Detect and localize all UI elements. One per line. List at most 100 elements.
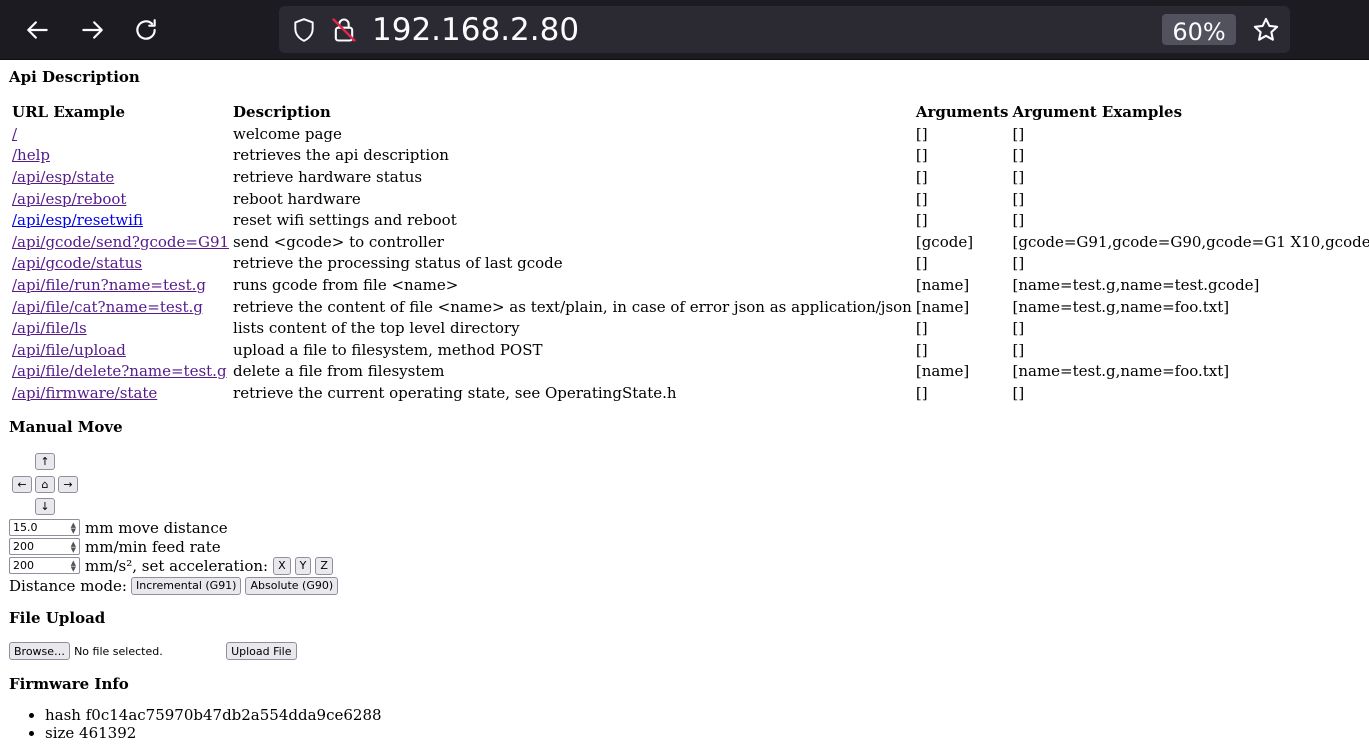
url-cell: /api/esp/reboot <box>11 189 230 209</box>
table-row: /api/esp/state retrieve hardware status []… <box>11 167 1369 187</box>
description-cell: send <gcode> to controller <box>233 232 444 251</box>
shield-icon[interactable] <box>291 17 317 43</box>
endpoint-link[interactable]: /api/esp/reboot <box>12 190 126 208</box>
arguments-cell: [] <box>915 211 928 230</box>
distance-mode-label: Distance mode: <box>9 576 127 595</box>
table-row: /api/file/delete?name=test.g delete a fil… <box>11 362 1369 382</box>
distance-input[interactable]: 15.0 ▲ ▼ <box>9 519 80 536</box>
examples-cell: [] <box>1012 254 1025 273</box>
endpoint-link[interactable]: /api/file/run?name=test.g <box>12 276 206 294</box>
endpoint-link[interactable]: /api/file/delete?name=test.g <box>12 362 227 380</box>
url-cell: /api/file/ls <box>11 318 230 338</box>
examples-cell: [] <box>1012 189 1025 208</box>
examples-cell: [gcode=G91,gcode=G90,gcode=G1 X10,gcode=… <box>1012 232 1369 251</box>
description-cell: retrieves the api description <box>233 146 449 165</box>
endpoint-link[interactable]: /help <box>12 146 50 164</box>
endpoint-link[interactable]: /api/esp/resetwifi <box>12 211 143 229</box>
insecure-lock-icon[interactable] <box>330 16 358 44</box>
browse-button[interactable]: Browse… <box>9 642 71 660</box>
arguments-cell: [] <box>915 124 928 143</box>
endpoint-link[interactable]: /api/file/ls <box>12 319 87 337</box>
forward-button[interactable] <box>74 12 110 48</box>
table-row: /api/esp/resetwifi reset wifi settings an… <box>11 210 1369 230</box>
distance-value: 15.0 <box>13 521 38 534</box>
move-down-button[interactable]: ↓ <box>35 498 55 515</box>
reload-button[interactable] <box>128 12 164 48</box>
description-cell: reset wifi settings and reboot <box>233 211 457 230</box>
home-button[interactable]: ⌂ <box>35 476 55 493</box>
url-bar[interactable]: 192.168.2.80 60% <box>279 6 1290 53</box>
distance-mode-row: Distance mode: Incremental (G91) Absolut… <box>9 576 339 595</box>
arguments-cell: [] <box>915 340 928 359</box>
arguments-cell: [name] <box>915 297 970 316</box>
move-right-button[interactable]: → <box>58 476 78 493</box>
arguments-cell: [] <box>915 319 928 338</box>
table-row: /api/gcode/send?gcode=G91 send <gcode> to… <box>11 232 1369 252</box>
accel-y-button[interactable]: Y <box>294 556 312 575</box>
spinner-icon[interactable]: ▲ ▼ <box>71 559 76 572</box>
move-left-button[interactable]: ← <box>12 476 32 493</box>
move-up-button[interactable]: ↑ <box>35 453 55 470</box>
column-arguments: Arguments <box>915 103 1009 121</box>
api-heading: Api Description <box>9 68 140 86</box>
url-cell: /api/file/cat?name=test.g <box>11 297 230 317</box>
distance-label: mm move distance <box>85 518 228 537</box>
endpoint-link[interactable]: /api/file/cat?name=test.g <box>12 298 203 316</box>
table-row: /api/file/ls lists content of the top lev… <box>11 318 1369 338</box>
spinner-icon[interactable]: ▲ ▼ <box>71 540 76 553</box>
arrow-left-icon <box>27 21 48 39</box>
description-cell: retrieve hardware status <box>233 167 423 186</box>
firmware-hash: hash f0c14ac75970b47db2a554dda9ce6288 <box>45 706 382 724</box>
arguments-cell: [] <box>915 254 928 273</box>
description-cell: upload a file to filesystem, method POST <box>233 340 543 359</box>
url-text[interactable]: 192.168.2.80 <box>372 10 579 50</box>
distance-row: 15.0 ▲ ▼ mm move distance <box>9 518 228 537</box>
endpoint-link[interactable]: /api/firmware/state <box>12 384 157 402</box>
file-upload-heading: File Upload <box>9 609 106 627</box>
examples-cell: [] <box>1012 167 1025 186</box>
absolute-button[interactable]: Absolute (G90) <box>245 576 339 595</box>
endpoint-link[interactable]: /api/gcode/status <box>12 254 142 272</box>
url-cell: /api/file/delete?name=test.g <box>11 362 230 382</box>
arguments-cell: [] <box>915 146 928 165</box>
table-row: /api/firmware/state retrieve the current … <box>11 383 1369 403</box>
accel-input[interactable]: 200 ▲ ▼ <box>9 557 80 574</box>
arrow-right-icon <box>82 21 103 39</box>
url-cell: /api/file/upload <box>11 340 230 360</box>
url-cell: / <box>11 124 230 144</box>
arguments-cell: [] <box>915 167 928 186</box>
table-row: /help retrieves the api description [] [] <box>11 146 1369 166</box>
table-row: /api/file/run?name=test.g runs gcode from… <box>11 275 1369 295</box>
endpoint-link[interactable]: /api/gcode/send?gcode=G91 <box>12 233 229 251</box>
table-row: /api/file/cat?name=test.g retrieve the co… <box>11 297 1369 317</box>
accel-x-button[interactable]: X <box>273 556 291 575</box>
endpoint-link[interactable]: /api/esp/state <box>12 168 114 186</box>
bookmark-star-icon[interactable] <box>1252 16 1280 44</box>
back-button[interactable] <box>20 12 56 48</box>
column-examples: Argument Examples <box>1012 103 1183 121</box>
description-cell: retrieve the content of file <name> as t… <box>233 297 912 316</box>
description-cell: retrieve the processing status of last g… <box>233 254 563 273</box>
spinner-icon[interactable]: ▲ ▼ <box>71 521 76 534</box>
accel-z-button[interactable]: Z <box>315 556 333 575</box>
examples-cell: [] <box>1012 124 1025 143</box>
url-cell: /api/file/run?name=test.g <box>11 275 230 295</box>
url-cell: /api/esp/state <box>11 167 230 187</box>
description-cell: welcome page <box>233 124 342 143</box>
zoom-indicator[interactable]: 60% <box>1162 14 1236 46</box>
url-cell: /help <box>11 146 230 166</box>
endpoint-link[interactable]: / <box>12 125 17 143</box>
firmware-size: size 461392 <box>45 724 382 742</box>
upload-row: Browse… No file selected. Upload File <box>9 642 297 660</box>
incremental-button[interactable]: Incremental (G91) <box>131 576 242 595</box>
arguments-cell: [name] <box>915 275 970 294</box>
firmware-heading: Firmware Info <box>9 675 129 693</box>
feed-input[interactable]: 200 ▲ ▼ <box>9 538 80 555</box>
url-cell: /api/firmware/state <box>11 383 230 403</box>
url-cell: /api/gcode/send?gcode=G91 <box>11 232 230 252</box>
description-cell: lists content of the top level directory <box>233 319 520 338</box>
feed-label: mm/min feed rate <box>85 537 221 556</box>
upload-file-button[interactable]: Upload File <box>226 642 297 660</box>
accel-row: 200 ▲ ▼ mm/s², set acceleration: X Y Z <box>9 556 333 575</box>
endpoint-link[interactable]: /api/file/upload <box>12 341 126 359</box>
